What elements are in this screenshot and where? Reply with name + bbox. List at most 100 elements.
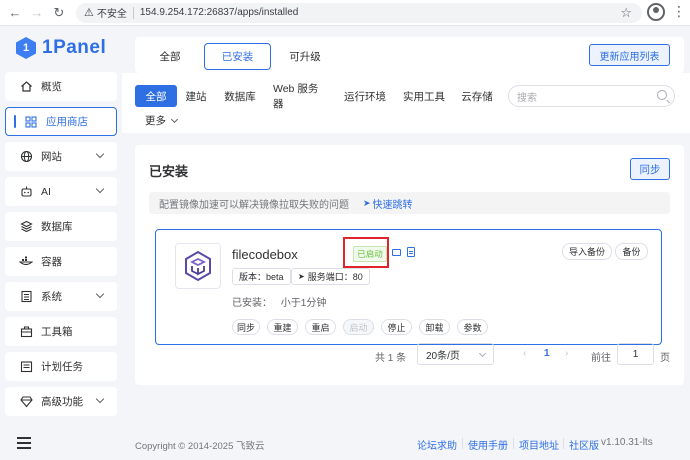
app-tabs: 全部 已安装 可升级 更新应用列表 (135, 37, 684, 73)
app-logo (175, 243, 221, 289)
warning-icon: ⚠ (84, 7, 94, 19)
project-link[interactable]: 项目地址 (519, 437, 559, 452)
chip-runtime[interactable]: 运行环境 (344, 85, 386, 107)
start-button[interactable]: 启动 (343, 319, 374, 335)
back-button[interactable]: ← (4, 2, 26, 24)
import-backup-button[interactable]: 导入备份 (562, 243, 612, 260)
chip-web-server[interactable]: Web 服务器 (273, 83, 327, 110)
kebab-menu-icon[interactable]: ⋮ (672, 3, 686, 20)
logo-hex-icon: 1 (16, 37, 36, 59)
chip-all[interactable]: 全部 (135, 85, 177, 107)
diamond-icon (19, 395, 33, 409)
tab-all[interactable]: 全部 (155, 43, 185, 70)
tab-installed[interactable]: 已安装 (204, 43, 271, 70)
logo[interactable]: 1 1Panel (16, 37, 106, 59)
main-content: 全部 已安装 可升级 更新应用列表 全部 建站 数据库 Web 服务器 运行环境… (122, 27, 690, 460)
quick-jump-label: 快速跳转 (372, 199, 413, 211)
profile-icon[interactable] (647, 3, 665, 21)
restart-button[interactable]: 重启 (305, 319, 336, 335)
apps-icon (24, 115, 38, 129)
sidebar-item-schedule[interactable]: 计划任务 (5, 352, 117, 381)
uninstall-button[interactable]: 卸载 (419, 319, 450, 335)
more-label: 更多 (145, 115, 166, 127)
sidebar-item-database[interactable]: 数据库 (5, 212, 117, 241)
sidebar-item-label: 网站 (41, 151, 62, 163)
chip-cloud-storage[interactable]: 云存储 (461, 85, 493, 107)
sidebar-item-overview[interactable]: 概览 (5, 72, 117, 101)
chevron-down-icon (170, 115, 179, 123)
address-bar[interactable]: ⚠ 不安全 154.9.254.172:26837/apps/installed… (76, 2, 642, 23)
forward-button[interactable]: → (26, 2, 48, 24)
sidebar-item-label: 高级功能 (41, 396, 83, 408)
section-title: 已安装 (149, 164, 189, 179)
sidebar-item-toolbox[interactable]: 工具箱 (5, 317, 117, 346)
active-indicator (14, 115, 16, 128)
system-icon (19, 290, 33, 304)
sidebar-item-container[interactable]: 容器 (5, 247, 117, 276)
insecure-label: 不安全 (96, 9, 127, 20)
quick-jump-link[interactable]: ➤ 快速跳转 (363, 196, 413, 211)
sidebar: 1 1Panel 概览 应用商店 网站 AI 数据库 容器 系统 工具箱 计划任… (0, 27, 122, 460)
log-icon[interactable] (407, 247, 415, 257)
search-placeholder: 搜索 (517, 92, 537, 104)
chip-website[interactable]: 建站 (185, 85, 207, 107)
sync-button[interactable]: 同步 (630, 158, 670, 180)
footer-divider (513, 438, 514, 449)
search-icon (657, 90, 667, 100)
sidebar-item-label: 系统 (41, 291, 62, 303)
sidebar-item-website[interactable]: 网站 (5, 142, 117, 171)
version-label: v1.10.31-lts (601, 437, 653, 448)
page-size-value: 20条/页 (426, 350, 460, 362)
stop-button[interactable]: 停止 (381, 319, 412, 335)
backup-button[interactable]: 备份 (615, 243, 648, 260)
sidebar-item-label: 工具箱 (41, 326, 73, 338)
edition-link[interactable]: 社区版 (569, 437, 599, 452)
pagination: 共 1 条 20条/页 ‹ 1 › 前往 1 页 (135, 343, 684, 367)
chevron-down-icon (95, 149, 105, 159)
chevron-down-icon (95, 394, 105, 404)
chip-utilities[interactable]: 实用工具 (403, 85, 445, 107)
bookmark-star-icon[interactable]: ☆ (620, 5, 632, 21)
sidebar-item-system[interactable]: 系统 (5, 282, 117, 311)
sidebar-item-label: 计划任务 (41, 361, 83, 373)
goto-page-input[interactable]: 1 (617, 343, 654, 365)
page-number[interactable]: 1 (544, 348, 550, 359)
goto-label: 前往 (591, 353, 611, 364)
sidebar-item-label: 应用商店 (46, 116, 88, 128)
collapse-menu-icon[interactable] (17, 437, 31, 452)
search-input[interactable]: 搜索 (508, 85, 675, 107)
chevron-down-icon (478, 349, 487, 358)
port-tag[interactable]: ➤ 服务端口：80 (291, 268, 370, 285)
sidebar-item-app-store[interactable]: 应用商店 (5, 107, 117, 136)
reload-icon: ↻ (53, 4, 65, 20)
sidebar-item-advanced[interactable]: 高级功能 (5, 387, 117, 416)
robot-icon (19, 185, 33, 199)
chevron-down-icon (95, 184, 105, 194)
sidebar-item-label: 容器 (41, 256, 62, 268)
page-size-select[interactable]: 20条/页 (417, 343, 494, 365)
home-icon (19, 80, 33, 94)
tab-upgradable[interactable]: 可升级 (285, 43, 325, 70)
reload-button[interactable]: ↻ (48, 2, 70, 24)
back-arrow-icon: ← (8, 5, 22, 20)
footer-divider (462, 438, 463, 449)
manual-link[interactable]: 使用手册 (468, 437, 508, 452)
more-categories-button[interactable]: 更多 (145, 113, 179, 128)
sidebar-item-label: 概览 (41, 81, 62, 93)
category-filter: 全部 建站 数据库 Web 服务器 运行环境 实用工具 云存储 搜索 更多 (122, 73, 690, 133)
app-name[interactable]: filecodebox (232, 247, 298, 262)
params-button[interactable]: 参数 (457, 319, 488, 335)
sync-action-button[interactable]: 同步 (232, 319, 260, 335)
chip-database[interactable]: 数据库 (224, 85, 256, 107)
database-icon (19, 220, 33, 234)
total-count: 共 1 条 (375, 353, 407, 364)
rebuild-button[interactable]: 重建 (267, 319, 298, 335)
logo-text: 1Panel (42, 37, 107, 58)
folder-icon[interactable] (392, 249, 401, 256)
next-page-icon[interactable]: › (565, 348, 568, 359)
browser-toolbar: ← → ↻ ⚠ 不安全 154.9.254.172:26837/apps/ins… (0, 0, 690, 26)
update-app-list-button[interactable]: 更新应用列表 (589, 44, 670, 66)
forum-link[interactable]: 论坛求助 (417, 437, 457, 452)
sidebar-item-ai[interactable]: AI (5, 177, 117, 206)
prev-page-icon[interactable]: ‹ (523, 348, 526, 359)
